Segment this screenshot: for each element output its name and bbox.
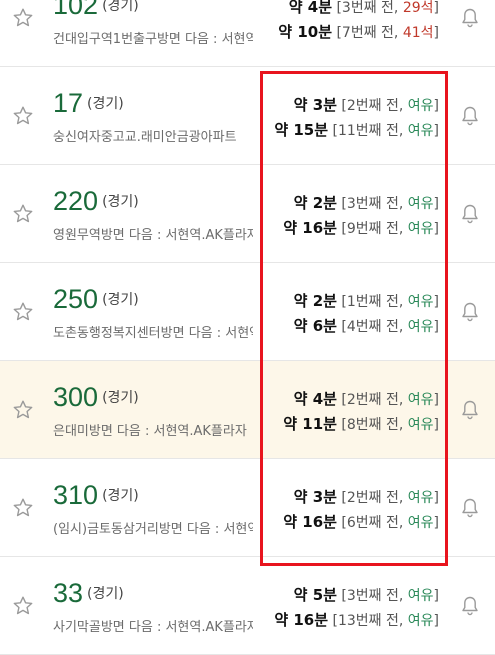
route-title: 17 (경기): [53, 88, 124, 119]
alarm-bell-icon[interactable]: [458, 6, 482, 30]
bus-route-row[interactable]: 33 (경기) 사기막골방면 다음 : 서현역.AK플라자 약 5분 [3번째 전…: [0, 557, 495, 655]
arrival-time: 약 4분: [288, 0, 332, 16]
arrival-seat-status: 41석: [402, 25, 434, 41]
arrival-seat-status: 29석: [402, 0, 434, 16]
alarm-bell-icon[interactable]: [458, 496, 482, 520]
route-number: 17: [53, 88, 84, 118]
arrival-stops: 3번째 전,: [346, 588, 408, 604]
favorite-star-icon[interactable]: [11, 104, 35, 128]
route-direction: 은대미방면 다음 : 서현역.AK플라자: [53, 424, 247, 439]
route-region: (경기): [87, 96, 124, 112]
alarm-bell-icon[interactable]: [458, 398, 482, 422]
favorite-star-icon[interactable]: [11, 398, 35, 422]
route-direction: 숭신여자중고교.래미안금광아파트: [53, 130, 237, 145]
route-region: (경기): [87, 586, 124, 602]
arrival-second: 약 16분 [13번째 전, 여유]: [274, 611, 439, 629]
route-direction: (임시)금토동삼거리방면 다음 : 서현역: [53, 522, 253, 537]
route-number: 102: [53, 0, 99, 20]
arrival-time: 약 16분: [274, 611, 329, 629]
route-number: 33: [53, 578, 84, 608]
alarm-bell-icon[interactable]: [458, 594, 482, 618]
favorite-star-icon[interactable]: [11, 594, 35, 618]
arrival-seat-status: 여유: [407, 613, 434, 629]
arrival-time: 약 5분: [293, 586, 337, 604]
alarm-bell-icon[interactable]: [458, 104, 482, 128]
favorite-star-icon[interactable]: [11, 202, 35, 226]
arrival-first: 약 4분 [3번째 전, 29석]: [288, 0, 439, 16]
route-number: 250: [53, 284, 99, 314]
alarm-bell-icon[interactable]: [458, 202, 482, 226]
arrival-stops: 13번째 전,: [337, 613, 408, 629]
arrival-second: 약 10분 [7번째 전, 41석]: [278, 23, 439, 41]
route-region: (경기): [102, 0, 139, 14]
route-direction: 건대입구역1번출구방면 다음 : 서현역.AK플라자: [53, 32, 253, 47]
annotation-highlight-box: [260, 71, 448, 566]
route-direction: 영원무역방면 다음 : 서현역.AK플라자: [53, 228, 253, 243]
route-title: 220 (경기): [53, 186, 139, 217]
arrival-time: 약 10분: [278, 23, 332, 41]
route-title: 310 (경기): [53, 480, 139, 511]
route-region: (경기): [102, 194, 139, 210]
bus-route-row[interactable]: 102(경기) 건대입구역1번출구방면 다음 : 서현역.AK플라자 약 4분 …: [0, 0, 495, 67]
favorite-star-icon[interactable]: [11, 496, 35, 520]
alarm-bell-icon[interactable]: [458, 300, 482, 324]
arrival-seat-status: 여유: [407, 588, 434, 604]
route-direction: 도촌동행정복지센터방면 다음 : 서현역: [53, 326, 253, 341]
route-title: 300 (경기): [53, 382, 139, 413]
route-number: 300: [53, 382, 99, 412]
route-title: 250 (경기): [53, 284, 139, 315]
route-number: 310: [53, 480, 99, 510]
route-region: (경기): [102, 488, 139, 504]
route-number: 220: [53, 186, 99, 216]
route-region: (경기): [102, 390, 139, 406]
route-title: 102 (경기): [53, 0, 139, 21]
favorite-star-icon[interactable]: [11, 6, 35, 30]
arrival-stops: 7번째 전,: [341, 25, 403, 41]
arrival-stops: 3번째 전,: [341, 0, 403, 16]
arrival-first: 약 5분 [3번째 전, 여유]: [293, 586, 439, 604]
route-title: 33 (경기): [53, 578, 124, 609]
route-region: (경기): [102, 292, 139, 308]
favorite-star-icon[interactable]: [11, 300, 35, 324]
route-direction: 사기막골방면 다음 : 서현역.AK플라자: [53, 620, 253, 635]
